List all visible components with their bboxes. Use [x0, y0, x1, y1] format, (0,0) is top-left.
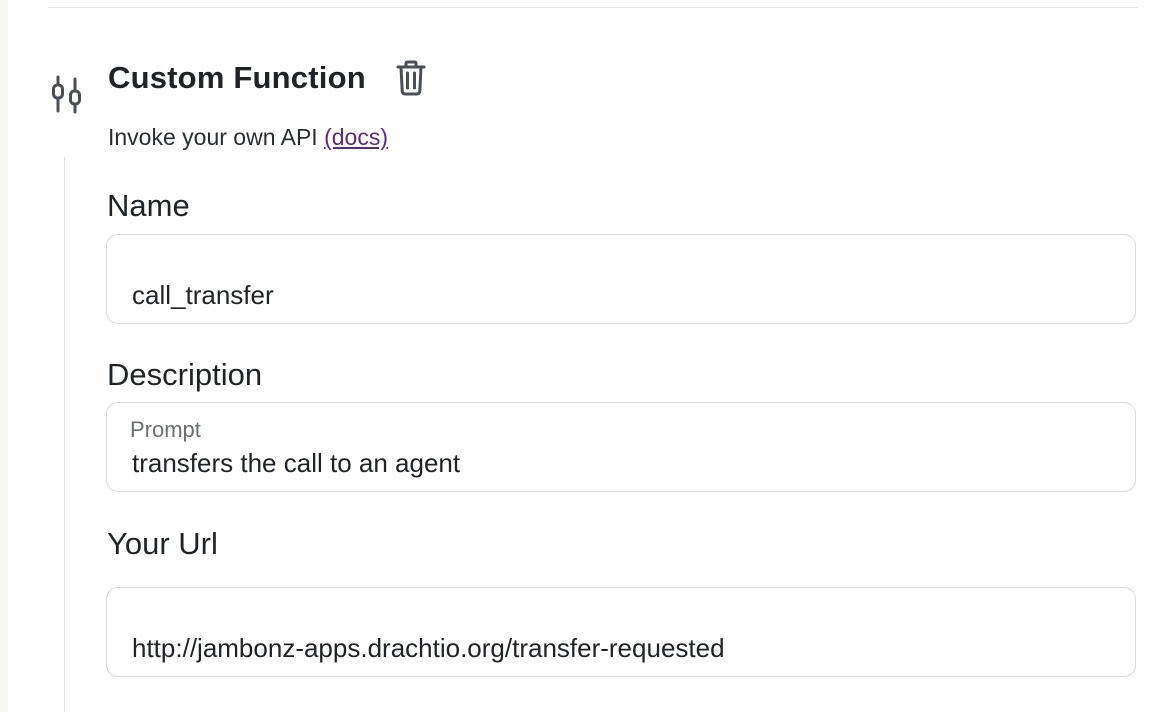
- description-hint: Prompt: [130, 417, 201, 442]
- function-title: Custom Function: [108, 60, 366, 95]
- custom-function-panel: Custom Function Invoke your own API (doc…: [0, 0, 1176, 712]
- function-subtitle: Invoke your own API (docs): [108, 124, 388, 151]
- sliders-icon: [49, 74, 85, 116]
- description-label: Description: [107, 357, 263, 392]
- function-header: Custom Function: [108, 56, 428, 100]
- description-field[interactable]: Prompt transfers the call to an agent: [106, 402, 1136, 492]
- name-field[interactable]: call_transfer: [106, 234, 1136, 324]
- url-value: http://jambonz-apps.drachtio.org/transfe…: [132, 633, 725, 663]
- name-label: Name: [107, 188, 190, 223]
- left-gutter: [0, 0, 8, 712]
- url-field[interactable]: http://jambonz-apps.drachtio.org/transfe…: [106, 587, 1136, 677]
- section-guide-line: [64, 157, 65, 712]
- trash-icon[interactable]: [394, 59, 428, 97]
- subtitle-text: Invoke your own API: [108, 124, 318, 150]
- name-value: call_transfer: [132, 280, 274, 310]
- top-divider: [48, 7, 1138, 8]
- docs-link[interactable]: (docs): [324, 124, 388, 150]
- url-label: Your Url: [107, 526, 218, 561]
- description-value: transfers the call to an agent: [132, 448, 461, 478]
